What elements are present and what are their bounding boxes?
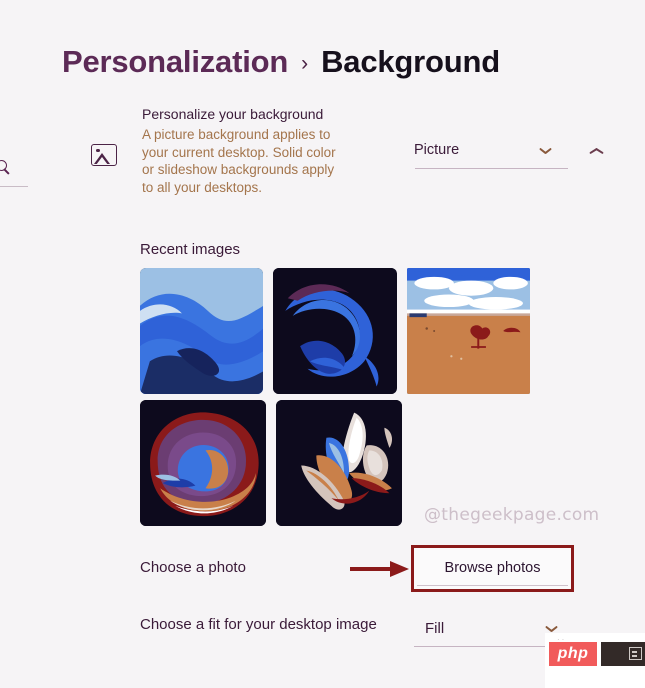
breadcrumb-parent-personalization[interactable]: Personalization bbox=[62, 44, 288, 80]
breadcrumb-separator-icon: › bbox=[301, 52, 309, 75]
recent-images-row-1 bbox=[140, 268, 530, 394]
thumbnail-orange-petals[interactable] bbox=[276, 400, 402, 526]
search-underline bbox=[0, 186, 28, 187]
thumbnail-purple-swirl[interactable] bbox=[140, 400, 266, 526]
thumbnail-blue-wave-light[interactable] bbox=[140, 268, 264, 394]
site-watermark: @thegeekpage.com bbox=[424, 505, 600, 525]
background-type-value: Picture bbox=[414, 142, 460, 158]
recent-images-heading: Recent images bbox=[140, 241, 241, 258]
search-icon[interactable] bbox=[0, 160, 10, 175]
browse-photos-highlight: Browse photos bbox=[411, 545, 574, 592]
personalize-background-row: Personalize your background A picture ba… bbox=[86, 106, 626, 206]
browse-photos-button[interactable]: Browse photos bbox=[417, 551, 568, 586]
chevron-down-icon bbox=[539, 147, 552, 154]
breadcrumb: Personalization › Background bbox=[62, 44, 500, 80]
thumbnail-desert-tree[interactable] bbox=[406, 268, 530, 394]
dropdown-underline bbox=[415, 168, 568, 169]
php-badge-dark-block bbox=[601, 642, 645, 666]
choose-photo-label: Choose a photo bbox=[140, 559, 246, 576]
search-stub[interactable] bbox=[0, 152, 32, 192]
chevron-up-icon bbox=[588, 144, 604, 154]
collapse-section-button[interactable] bbox=[588, 144, 612, 166]
red-arrow-annotation-icon bbox=[350, 561, 412, 577]
page-title-background: Background bbox=[321, 44, 500, 79]
desktop-fit-value: Fill bbox=[425, 620, 445, 637]
php-watermark-badge: ·· php bbox=[545, 633, 645, 688]
php-logo-icon: php bbox=[549, 642, 597, 666]
personalize-text-block: Personalize your background A picture ba… bbox=[142, 106, 347, 196]
choose-fit-label: Choose a fit for your desktop image bbox=[140, 616, 377, 633]
php-badge-glyph-icon bbox=[629, 647, 642, 660]
chevron-down-icon bbox=[545, 625, 558, 632]
picture-icon bbox=[91, 144, 117, 166]
personalize-description: A picture background applies to your cur… bbox=[142, 127, 336, 195]
thumbnail-blue-wave-dark[interactable] bbox=[273, 268, 397, 394]
recent-images-grid bbox=[140, 268, 530, 532]
background-type-dropdown[interactable]: Picture bbox=[414, 140, 568, 170]
personalize-title: Personalize your background bbox=[142, 106, 324, 122]
